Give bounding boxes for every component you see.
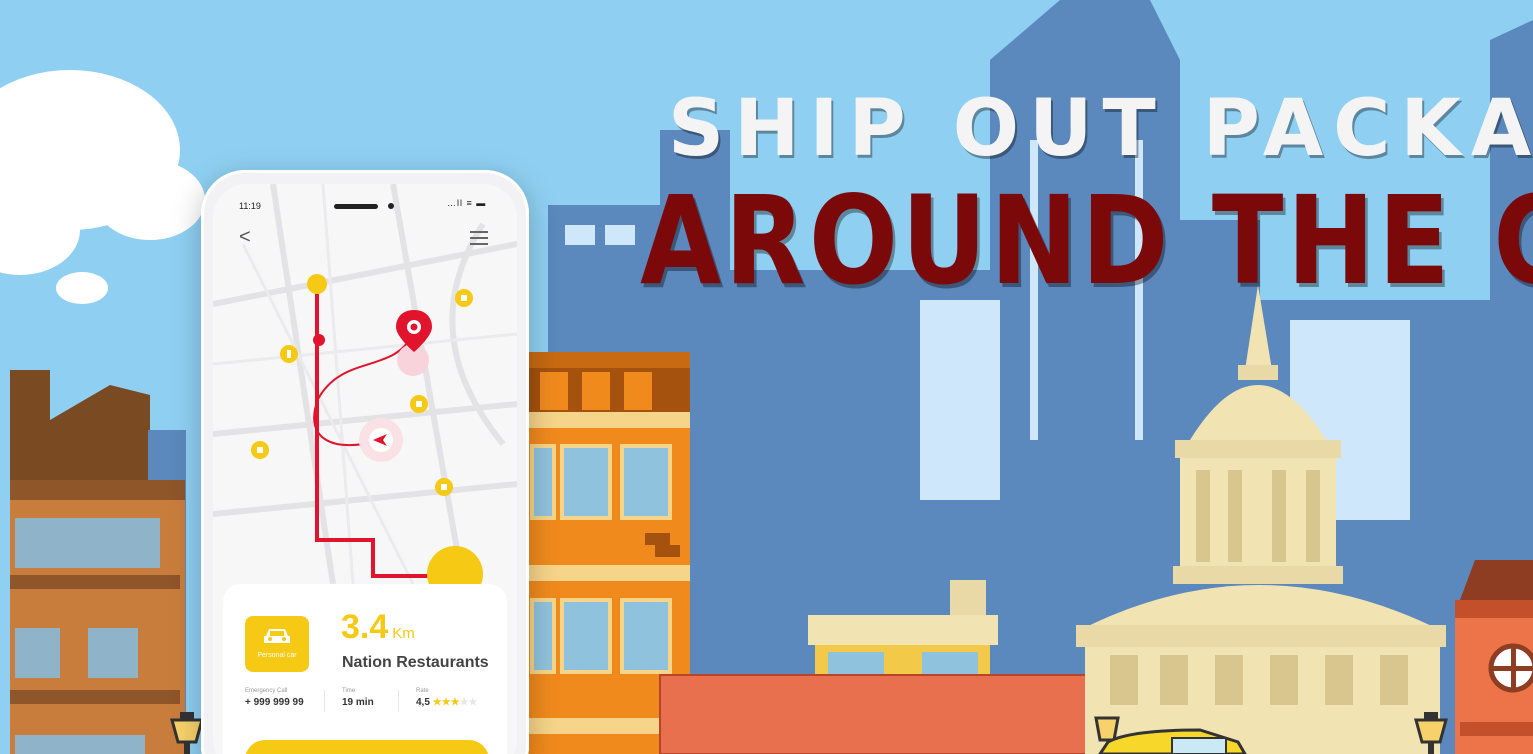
trip-info-card: Personal car 3.4 Km Nation Restaurants Em… <box>223 584 507 754</box>
street-lamp-mid <box>1094 716 1120 742</box>
stars-filled: ★★★ <box>432 697 460 708</box>
order-button[interactable] <box>245 740 489 754</box>
phone-mockup: 11:19 …ll ≡ ▬ < Personal car 3.4 Km Natio… <box>201 170 529 754</box>
emergency-label: Emergency Call <box>245 688 288 694</box>
destination-name: Nation Restaurants <box>342 654 489 671</box>
route-start-marker <box>307 274 327 294</box>
emergency-call-stat[interactable]: Emergency Call + 999 999 99 <box>245 688 304 708</box>
time-stat: Time 19 min <box>342 688 374 708</box>
status-icons: …ll ≡ ▬ <box>447 198 487 208</box>
star-icon: ★★★★★ <box>433 697 478 708</box>
headline-line-2: AROUND THE CLO <box>640 170 1533 312</box>
rate-label: Rate <box>416 688 429 694</box>
illustration-scene: SHIP OUT PACKAGA AROUND THE CLO <box>0 0 1533 754</box>
right-orange-building <box>1455 560 1533 754</box>
left-building <box>10 370 186 754</box>
distance-readout: 3.4 Km <box>341 608 415 647</box>
phone-screen: 11:19 …ll ≡ ▬ < Personal car 3.4 Km Natio… <box>213 184 517 754</box>
route-waypoint <box>313 334 325 346</box>
stars-empty: ★★ <box>459 697 478 708</box>
rate-value-row: 4,5 ★★★★★ <box>416 697 478 708</box>
speaker-notch <box>334 204 378 209</box>
time-label: Time <box>342 688 356 694</box>
rate-value: 4,5 <box>416 697 430 708</box>
red-container <box>659 674 1099 754</box>
status-time: 11:19 <box>239 201 261 211</box>
stat-divider <box>324 690 325 712</box>
distance-unit: Km <box>392 625 415 642</box>
stat-divider <box>398 690 399 712</box>
rating-stat: Rate 4,5 ★★★★★ <box>416 688 478 708</box>
menu-icon[interactable] <box>470 231 488 249</box>
vehicle-badge: Personal car <box>245 616 309 672</box>
distance-value: 3.4 <box>341 608 389 646</box>
vehicle-label: Personal car <box>257 652 297 659</box>
headline-line-1: SHIP OUT PACKAGA <box>668 84 1533 174</box>
back-chevron-icon[interactable]: < <box>239 226 251 249</box>
time-value: 19 min <box>342 697 374 708</box>
cloud <box>0 70 205 304</box>
emergency-value: + 999 999 99 <box>245 697 304 708</box>
camera-dot <box>388 203 394 209</box>
car-icon <box>264 629 290 643</box>
